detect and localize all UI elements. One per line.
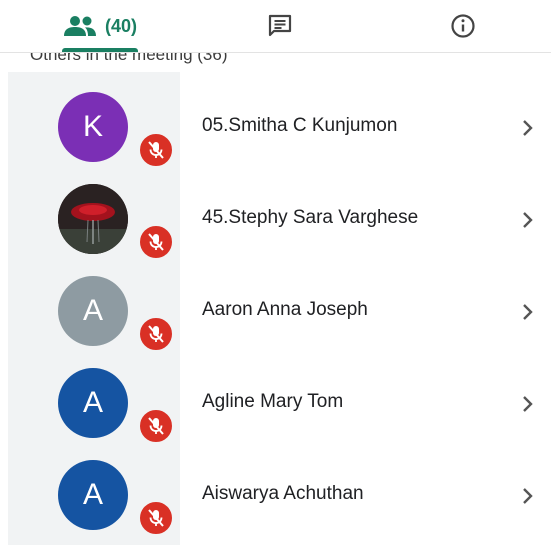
chevron-right-icon[interactable] bbox=[518, 392, 538, 416]
participant-name: Aaron Anna Joseph bbox=[202, 299, 368, 320]
mic-muted-icon bbox=[138, 132, 174, 168]
participant-row[interactable]: A Agline Mary Tom bbox=[0, 348, 551, 444]
avatar-initial: A bbox=[82, 386, 103, 419]
avatar-photo bbox=[58, 184, 128, 254]
people-icon bbox=[63, 16, 96, 36]
tab-info[interactable] bbox=[403, 0, 523, 52]
tab-people[interactable]: (40) bbox=[40, 0, 160, 52]
avatar-initial: K bbox=[82, 110, 103, 143]
tab-bar: (40) bbox=[0, 0, 551, 53]
mic-muted-icon bbox=[138, 408, 174, 444]
participant-name: Agline Mary Tom bbox=[202, 391, 344, 412]
participant-name: 05.Smitha C Kunjumon bbox=[202, 115, 398, 136]
avatar: A bbox=[58, 276, 128, 346]
meeting-participants-panel: (40) Others in the meeting (36) K 05.Smi… bbox=[0, 0, 551, 545]
avatar-initial: A bbox=[82, 478, 103, 511]
active-tab-indicator bbox=[62, 48, 138, 52]
chevron-right-icon[interactable] bbox=[518, 208, 538, 232]
tab-chat[interactable] bbox=[220, 0, 340, 52]
chat-icon bbox=[268, 14, 292, 37]
avatar: A bbox=[58, 368, 128, 438]
participant-list: K 05.Smitha C Kunjumon 45.Stephy Sara Va… bbox=[0, 72, 551, 545]
mic-muted-icon bbox=[138, 224, 174, 260]
info-icon bbox=[451, 14, 475, 38]
avatar-initial: A bbox=[82, 294, 103, 327]
people-count: (40) bbox=[104, 15, 137, 36]
avatar: K bbox=[58, 92, 128, 162]
participant-row[interactable]: A Aiswarya Achuthan bbox=[0, 440, 551, 536]
participant-row[interactable]: 45.Stephy Sara Varghese bbox=[0, 164, 551, 260]
participant-name: 45.Stephy Sara Varghese bbox=[202, 207, 419, 228]
chevron-right-icon[interactable] bbox=[518, 300, 538, 324]
participant-row[interactable]: A Aaron Anna Joseph bbox=[0, 256, 551, 352]
participant-name: Aiswarya Achuthan bbox=[202, 483, 364, 504]
chevron-right-icon[interactable] bbox=[518, 484, 538, 508]
avatar-photo-image bbox=[58, 184, 128, 254]
mic-muted-icon bbox=[138, 316, 174, 352]
mic-muted-icon bbox=[138, 500, 174, 536]
participant-row[interactable]: K 05.Smitha C Kunjumon bbox=[0, 72, 551, 168]
avatar: A bbox=[58, 460, 128, 530]
chevron-right-icon[interactable] bbox=[518, 116, 538, 140]
